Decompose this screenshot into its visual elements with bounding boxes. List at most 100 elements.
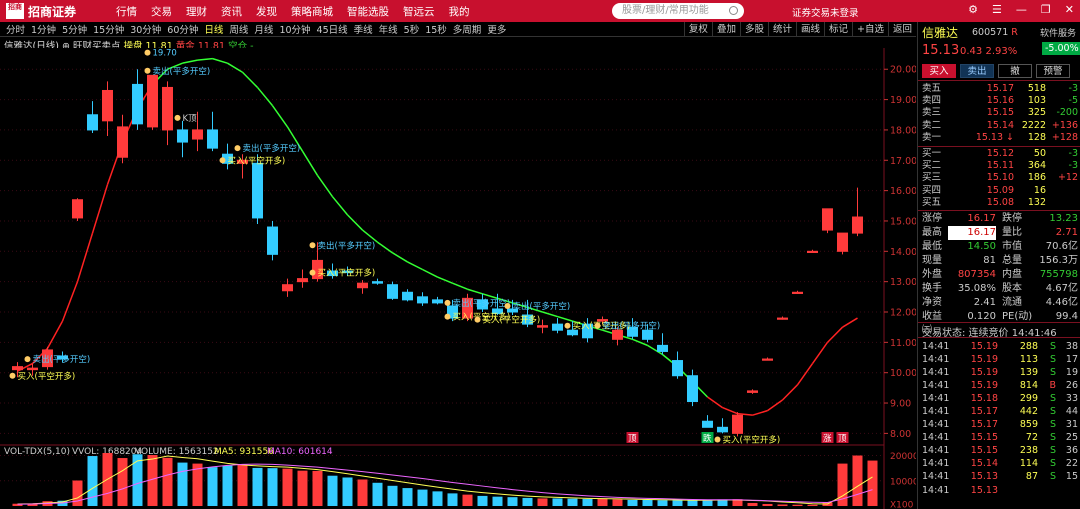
tick-row: 14:41 15.15 72 S 25 [922, 431, 1078, 444]
alert-button[interactable]: 预警 [1036, 64, 1070, 78]
toolbar-button[interactable]: 统计 [767, 22, 796, 37]
level-delta [1046, 197, 1078, 209]
price-tick-label: 9.00 [890, 399, 911, 410]
tick-row: 14:41 15.17 859 S 31 [922, 418, 1078, 431]
signal-label: 买入(平空开多) [18, 371, 76, 382]
cancel-button[interactable]: 撤 [998, 64, 1032, 78]
menu-item[interactable]: 资讯 [221, 4, 242, 19]
tick-count: 44 [1065, 406, 1078, 418]
kline-chart[interactable]: 20.00 19.00 18.00 17.00 16.00 15.00 14.00 13.00… [0, 48, 916, 509]
period-tab[interactable]: 30分钟 [130, 22, 161, 36]
bid-row: 买二 15.11 364 -3 [922, 160, 1078, 172]
close-icon[interactable]: ✕ [1065, 3, 1074, 16]
candle-body [102, 89, 113, 122]
price-tick-label: 17.00 [890, 156, 916, 167]
tick-price: 15.13 [970, 471, 998, 483]
level-delta: +136 [1051, 119, 1078, 131]
stat-row: 涨停 16.17 跌停 13.23 [922, 212, 1078, 226]
period-tab[interactable]: 分时 [6, 22, 25, 36]
candle-body [552, 323, 563, 331]
tick-count [1056, 484, 1078, 497]
sell-button[interactable]: 卖出 [960, 64, 994, 78]
stat-key: 外盘 [922, 269, 942, 280]
volume-bar [657, 500, 668, 506]
volume-bar [372, 482, 383, 506]
menu-item[interactable]: 智能选股 [347, 4, 389, 19]
stat-key: 量比 [1002, 227, 1022, 238]
tick-time: 14:41 [922, 445, 950, 457]
tick-price: 15.17 [970, 406, 998, 418]
minimize-icon[interactable]: — [1016, 3, 1027, 16]
level-price: 15.12 [986, 148, 1014, 159]
volume-bar [342, 477, 353, 506]
level-volume: 128 [1027, 131, 1046, 143]
toolbar-button[interactable]: 返回 [887, 22, 916, 37]
period-toolbar: 分时 1分钟 5分钟 15分钟 30分钟 60分钟 日线 周线 月线 10分钟 … [0, 22, 916, 37]
menu-item[interactable]: 理财 [186, 4, 207, 19]
candle-body [702, 420, 713, 428]
period-tab[interactable]: 月线 [254, 22, 273, 36]
period-tab[interactable]: 年线 [379, 22, 398, 36]
main-menu: 行情 交易 理财 资讯 发现 策略商城 智能选股 智远云 我的 [116, 4, 484, 19]
tick-list[interactable]: 14:41 15.19 288 S 38 14:41 15.19 113 S 17 14:41 15.… [922, 340, 1078, 497]
menu-item[interactable]: 策略商城 [291, 4, 333, 19]
menu-item[interactable]: 我的 [449, 4, 470, 19]
toolbar-button[interactable]: 叠加 [711, 22, 740, 37]
period-tab[interactable]: 5分钟 [62, 22, 87, 36]
period-tab-active[interactable]: 日线 [204, 22, 223, 36]
toolbar-button[interactable]: +自选 [852, 22, 888, 37]
level-label: 买四 [922, 184, 942, 196]
period-tab[interactable]: 季线 [354, 22, 373, 36]
search-icon[interactable] [729, 6, 738, 15]
volume-bar [522, 497, 533, 506]
bid-row: 买一 15.12 50 -3 [922, 148, 1078, 160]
period-tab[interactable]: 60分钟 [167, 22, 198, 36]
bid-list: 买一 15.12 50 -3 买二 15.11 364 -3 买三 15.10 186 +12 买四 15… [922, 148, 1078, 209]
level-delta: +12 [1057, 172, 1078, 184]
period-tab[interactable]: 5秒 [404, 22, 420, 36]
stat-value: 16.17 [948, 226, 996, 240]
tick-volume: 814 [1019, 380, 1038, 392]
divider [918, 146, 1080, 147]
period-tab[interactable]: 15秒 [425, 22, 447, 36]
maximize-icon[interactable]: ❐ [1041, 3, 1051, 16]
level-price: 15.15 [986, 107, 1014, 119]
candle-body [432, 299, 443, 304]
period-tab[interactable]: 15分钟 [93, 22, 124, 36]
sector-label[interactable]: 软件服务 [1040, 26, 1076, 39]
settings-icon[interactable]: ⚙ [968, 3, 978, 16]
period-tab[interactable]: 10分钟 [279, 22, 310, 36]
price-tick-label: 12.00 [890, 308, 916, 319]
signal-hand-icon [474, 316, 481, 323]
period-tab[interactable]: 周线 [229, 22, 248, 36]
login-status[interactable]: 证券交易未登录 [792, 5, 859, 19]
candle-body [147, 74, 158, 128]
menu-item[interactable]: 行情 [116, 4, 137, 19]
period-tab[interactable]: 45日线 [317, 22, 348, 36]
tick-row: 14:41 15.13 87 S 15 [922, 470, 1078, 483]
stat-key: 净资 [922, 297, 942, 308]
tick-row: 14:41 15.19 288 S 38 [922, 340, 1078, 353]
toolbar-button[interactable]: 复权 [683, 22, 712, 37]
menu-item[interactable]: 发现 [256, 4, 277, 19]
toolbar-button[interactable]: 多股 [739, 22, 768, 37]
menu-item[interactable]: 智远云 [403, 4, 435, 19]
tick-volume: 442 [1019, 406, 1038, 418]
period-tab[interactable]: 更多 [487, 22, 506, 36]
stat-value: 14.50 [967, 241, 996, 252]
period-tab[interactable]: 多周期 [453, 22, 482, 36]
volume-bar [492, 496, 503, 506]
candle-body [387, 284, 398, 299]
stat-row: 外盘 807354 内盘 755798 [922, 268, 1078, 282]
toolbar-button[interactable]: 标记 [824, 22, 852, 37]
level-volume: 325 [1027, 107, 1046, 119]
menu-item[interactable]: 交易 [151, 4, 172, 19]
buy-button[interactable]: 买入 [922, 64, 956, 78]
period-tab[interactable]: 1分钟 [31, 22, 56, 36]
search-input[interactable]: 股票/理财/常用功能 [612, 3, 744, 19]
price-tick-label: 19.00 [890, 95, 916, 106]
toolbar-button[interactable]: 画线 [795, 22, 824, 37]
menu-icon[interactable]: ☰ [992, 3, 1002, 16]
candle-body [747, 390, 758, 393]
level-volume: 16 [1033, 184, 1046, 196]
